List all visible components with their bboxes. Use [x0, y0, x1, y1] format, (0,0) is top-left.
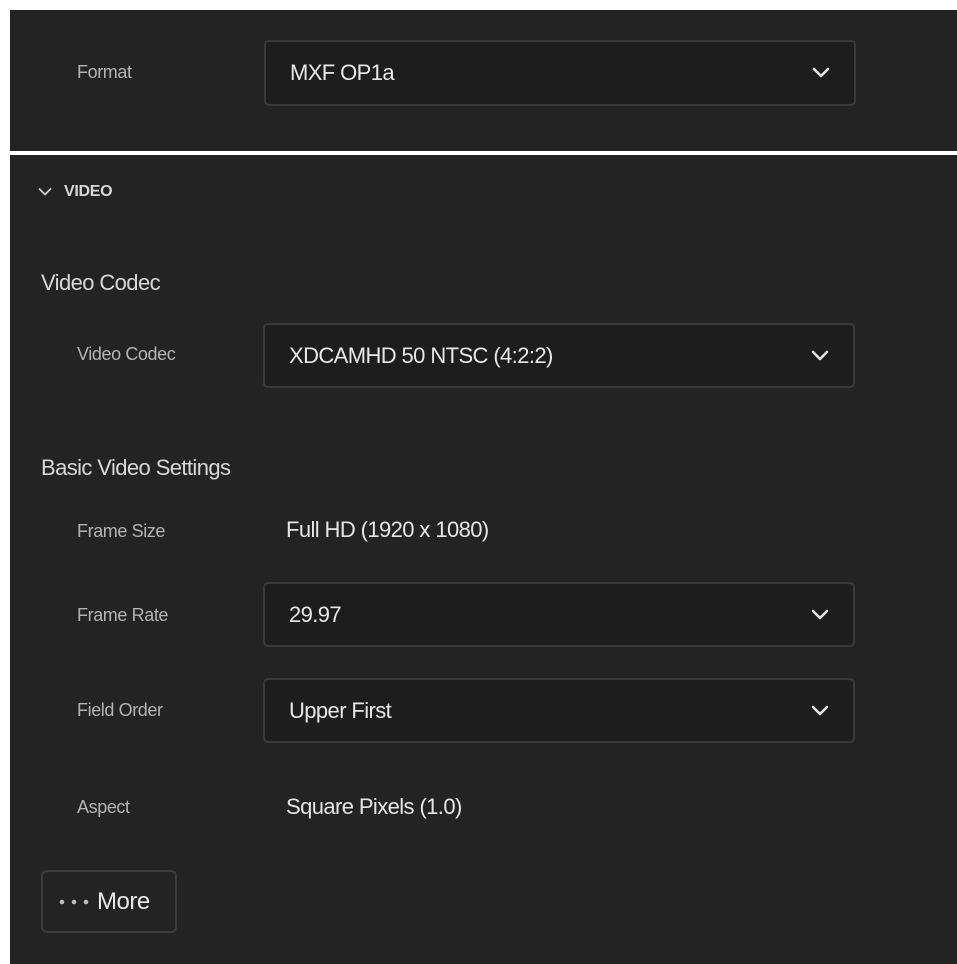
video-section-toggle[interactable]: VIDEO	[38, 183, 113, 201]
chevron-down-icon	[38, 188, 52, 196]
frame-rate-value: 29.97	[289, 601, 342, 627]
chevron-down-icon	[811, 609, 829, 619]
frame-rate-dropdown[interactable]: 29.97	[263, 582, 855, 647]
aspect-value: Square Pixels (1.0)	[286, 794, 462, 819]
frame-rate-label: Frame Rate	[77, 605, 169, 625]
format-dropdown[interactable]: MXF OP1a	[264, 40, 856, 106]
format-label: Format	[77, 62, 132, 82]
chevron-down-icon	[812, 67, 830, 78]
format-panel: Format MXF OP1a	[10, 10, 957, 151]
chevron-down-icon	[811, 350, 829, 360]
field-order-label: Field Order	[77, 700, 163, 720]
basic-video-settings-heading: Basic Video Settings	[41, 455, 231, 480]
field-order-value: Upper First	[289, 697, 392, 723]
video-codec-dropdown[interactable]: XDCAMHD 50 NTSC (4:2:2)	[263, 323, 855, 388]
video-codec-value: XDCAMHD 50 NTSC (4:2:2)	[289, 342, 553, 368]
frame-size-value: Full HD (1920 x 1080)	[286, 517, 489, 542]
frame-size-label: Frame Size	[77, 521, 166, 541]
more-button[interactable]: More	[41, 870, 177, 933]
more-button-label: More	[97, 887, 150, 915]
format-value: MXF OP1a	[290, 60, 395, 85]
ellipsis-icon	[59, 899, 89, 904]
video-codec-heading: Video Codec	[41, 270, 161, 295]
video-section-title: VIDEO	[64, 183, 113, 200]
video-section-panel: VIDEO Video Codec Video Codec XDCAMHD 50…	[10, 155, 957, 964]
chevron-down-icon	[811, 705, 829, 715]
video-codec-label: Video Codec	[77, 344, 176, 364]
aspect-label: Aspect	[77, 797, 130, 817]
field-order-dropdown[interactable]: Upper First	[263, 678, 855, 743]
